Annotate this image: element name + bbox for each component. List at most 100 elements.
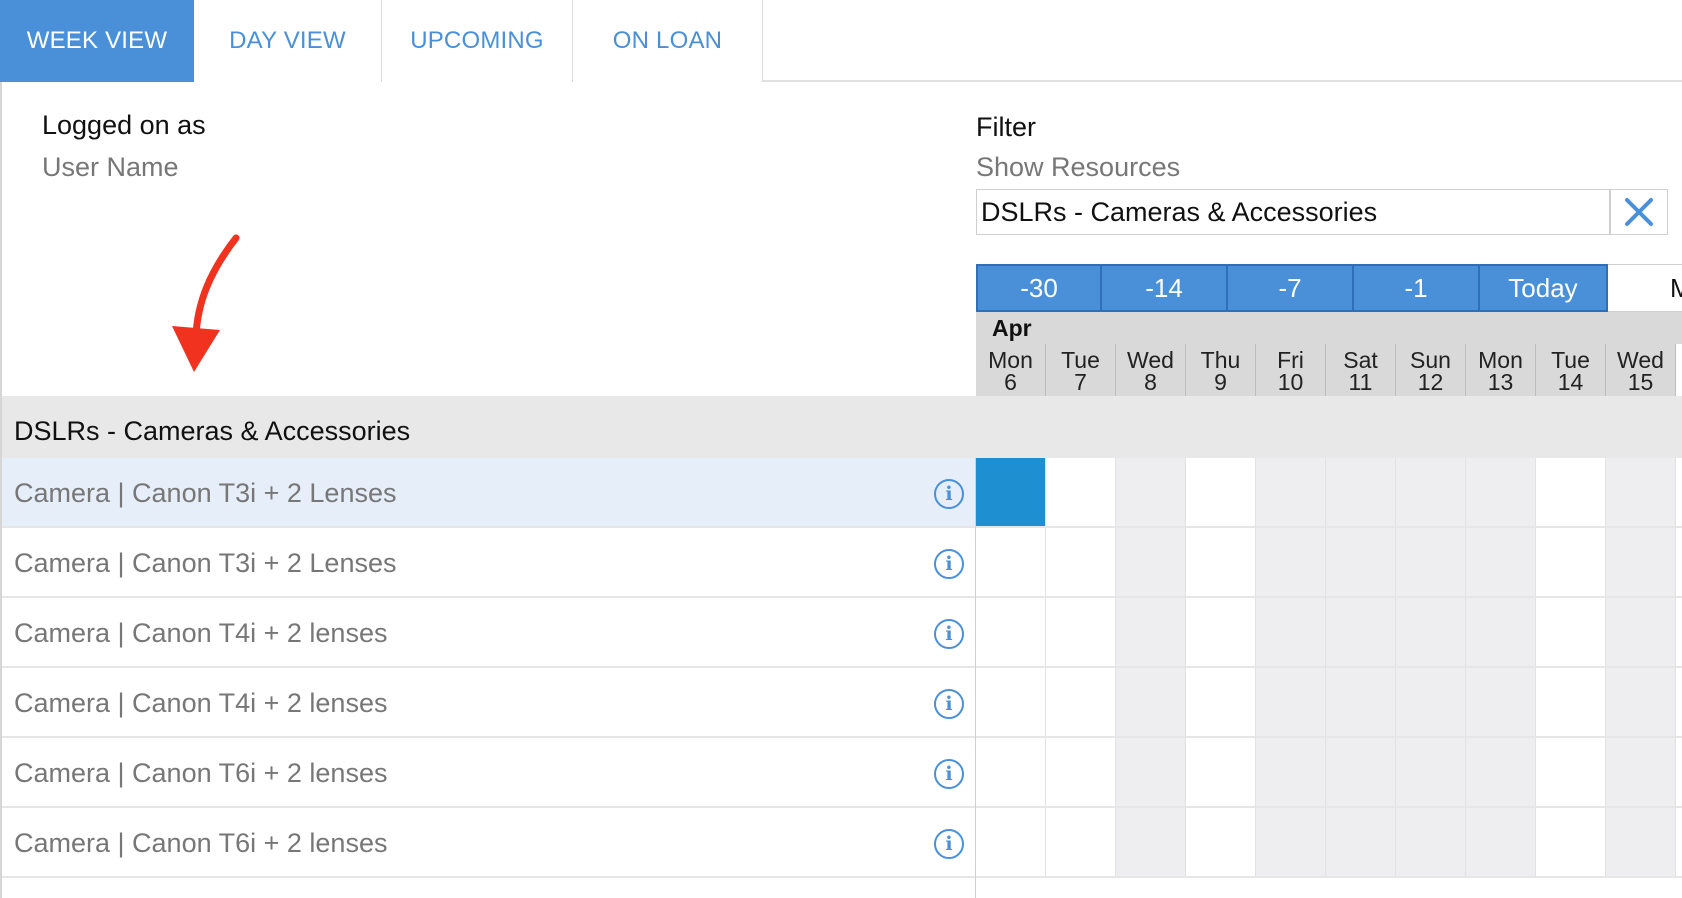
nav-today-button[interactable]: Today — [1480, 264, 1608, 312]
calendar-cell[interactable] — [1046, 738, 1116, 806]
calendar-cell[interactable] — [1466, 598, 1536, 666]
calendar-cell[interactable] — [976, 598, 1046, 666]
calendar-cell[interactable] — [1606, 458, 1676, 526]
calendar-cell[interactable] — [1256, 808, 1326, 876]
calendar-cell[interactable] — [1256, 598, 1326, 666]
calendar-cell[interactable] — [1046, 668, 1116, 736]
calendar-cell[interactable] — [1396, 738, 1466, 806]
calendar-cell[interactable] — [1256, 458, 1326, 526]
calendar-cell[interactable] — [976, 528, 1046, 596]
info-icon[interactable]: i — [934, 549, 964, 579]
day-header-6: Sun 12 — [1396, 344, 1466, 396]
filter-input[interactable]: DSLRs - Cameras & Accessories — [976, 189, 1610, 235]
calendar-cell[interactable] — [1536, 458, 1606, 526]
calendar-cell[interactable] — [1466, 458, 1536, 526]
calendar-cell[interactable] — [1536, 668, 1606, 736]
clear-filter-button[interactable] — [1610, 189, 1668, 235]
nav-next-button[interactable]: M — [1608, 264, 1682, 312]
calendar-cell[interactable] — [976, 808, 1046, 876]
info-icon[interactable]: i — [934, 759, 964, 789]
day-header-3: Thu 9 — [1186, 344, 1256, 396]
calendar-cell[interactable] — [1536, 738, 1606, 806]
calendar-cell[interactable] — [1256, 668, 1326, 736]
day-of-week: Wed — [1617, 347, 1664, 373]
resource-name: Camera | Canon T3i + 2 Lenses — [14, 478, 397, 508]
close-icon — [1625, 198, 1653, 226]
day-of-week: Mon — [988, 347, 1033, 373]
info-icon[interactable]: i — [934, 829, 964, 859]
calendar-cell[interactable] — [976, 738, 1046, 806]
calendar-cell[interactable] — [1186, 598, 1256, 666]
calendar-cell[interactable] — [1116, 668, 1186, 736]
calendar-cell[interactable] — [1046, 528, 1116, 596]
calendar-cell[interactable] — [1046, 598, 1116, 666]
calendar-cell[interactable] — [1326, 458, 1396, 526]
calendar-cell[interactable] — [1466, 738, 1536, 806]
tab-day-view[interactable]: DAY VIEW — [194, 0, 382, 82]
tab-week-view[interactable]: WEEK VIEW — [0, 0, 194, 82]
calendar-cell[interactable] — [1186, 668, 1256, 736]
calendar-cell[interactable] — [1466, 668, 1536, 736]
calendar-cell[interactable] — [1536, 528, 1606, 596]
calendar-cell[interactable] — [1116, 598, 1186, 666]
calendar-cell[interactable] — [1396, 808, 1466, 876]
calendar-cell[interactable] — [1046, 458, 1116, 526]
calendar-cell[interactable] — [1396, 528, 1466, 596]
calendar-cell[interactable] — [1186, 458, 1256, 526]
calendar-cell[interactable] — [976, 668, 1046, 736]
calendar-cell[interactable] — [1326, 528, 1396, 596]
calendar-cell[interactable] — [1116, 528, 1186, 596]
tab-upcoming[interactable]: UPCOMING — [382, 0, 573, 82]
calendar-cell[interactable] — [1396, 598, 1466, 666]
day-header-9: Wed 15 — [1606, 344, 1676, 396]
calendar-cell[interactable] — [1606, 808, 1676, 876]
calendar-cell[interactable] — [1606, 598, 1676, 666]
resource-row[interactable]: Camera | Canon T3i + 2 Lenses i — [2, 458, 976, 528]
info-icon[interactable]: i — [934, 689, 964, 719]
calendar-cell[interactable] — [1326, 598, 1396, 666]
resource-name: Camera | Canon T3i + 2 Lenses — [14, 548, 397, 578]
calendar-cell[interactable] — [1046, 808, 1116, 876]
calendar-cell[interactable] — [1536, 598, 1606, 666]
calendar-cell[interactable] — [1606, 668, 1676, 736]
calendar-cell[interactable] — [1396, 458, 1466, 526]
calendar-cell[interactable] — [1256, 528, 1326, 596]
info-icon[interactable]: i — [934, 619, 964, 649]
calendar-cell[interactable] — [1326, 738, 1396, 806]
calendar-row — [976, 458, 1682, 528]
nav-back-7-button[interactable]: -7 — [1228, 264, 1354, 312]
nav-back-1-button[interactable]: -1 — [1354, 264, 1480, 312]
calendar-cell[interactable] — [1186, 808, 1256, 876]
calendar-cell[interactable] — [1466, 528, 1536, 596]
resource-row[interactable]: Camera | Canon T3i + 2 Lenses i — [2, 528, 976, 598]
day-header-1: Tue 7 — [1046, 344, 1116, 396]
nav-back-14-button[interactable]: -14 — [1102, 264, 1228, 312]
calendar-cell[interactable] — [1326, 808, 1396, 876]
day-of-week: Mon — [1478, 347, 1523, 373]
calendar-cell[interactable] — [1606, 738, 1676, 806]
tab-on-loan[interactable]: ON LOAN — [573, 0, 763, 82]
calendar-cell[interactable] — [1116, 738, 1186, 806]
day-of-week: Fri — [1277, 347, 1304, 373]
calendar-cell[interactable] — [1186, 738, 1256, 806]
calendar-cell[interactable] — [1116, 808, 1186, 876]
calendar-row — [976, 738, 1682, 808]
resource-row[interactable]: Camera | Canon T4i + 2 lenses i — [2, 598, 976, 668]
calendar-cell[interactable] — [1256, 738, 1326, 806]
calendar-cell[interactable] — [1606, 528, 1676, 596]
calendar-cell[interactable] — [1466, 808, 1536, 876]
nav-back-30-button[interactable]: -30 — [976, 264, 1102, 312]
day-of-week: Wed — [1127, 347, 1174, 373]
resource-row[interactable]: Camera | Canon T4i + 2 lenses i — [2, 668, 976, 738]
resource-row[interactable]: Camera | Canon T6i + 2 lenses i — [2, 808, 976, 878]
calendar-cell[interactable] — [1116, 458, 1186, 526]
day-header-7: Mon 13 — [1466, 344, 1536, 396]
info-icon[interactable]: i — [934, 479, 964, 509]
booking-cell[interactable] — [976, 458, 1046, 526]
calendar-cell[interactable] — [1326, 668, 1396, 736]
resource-row[interactable]: Camera | Canon T6i + 2 lenses i — [2, 738, 976, 808]
calendar-cell[interactable] — [1536, 808, 1606, 876]
calendar-cell[interactable] — [1396, 668, 1466, 736]
day-number: 13 — [1487, 369, 1514, 395]
calendar-cell[interactable] — [1186, 528, 1256, 596]
